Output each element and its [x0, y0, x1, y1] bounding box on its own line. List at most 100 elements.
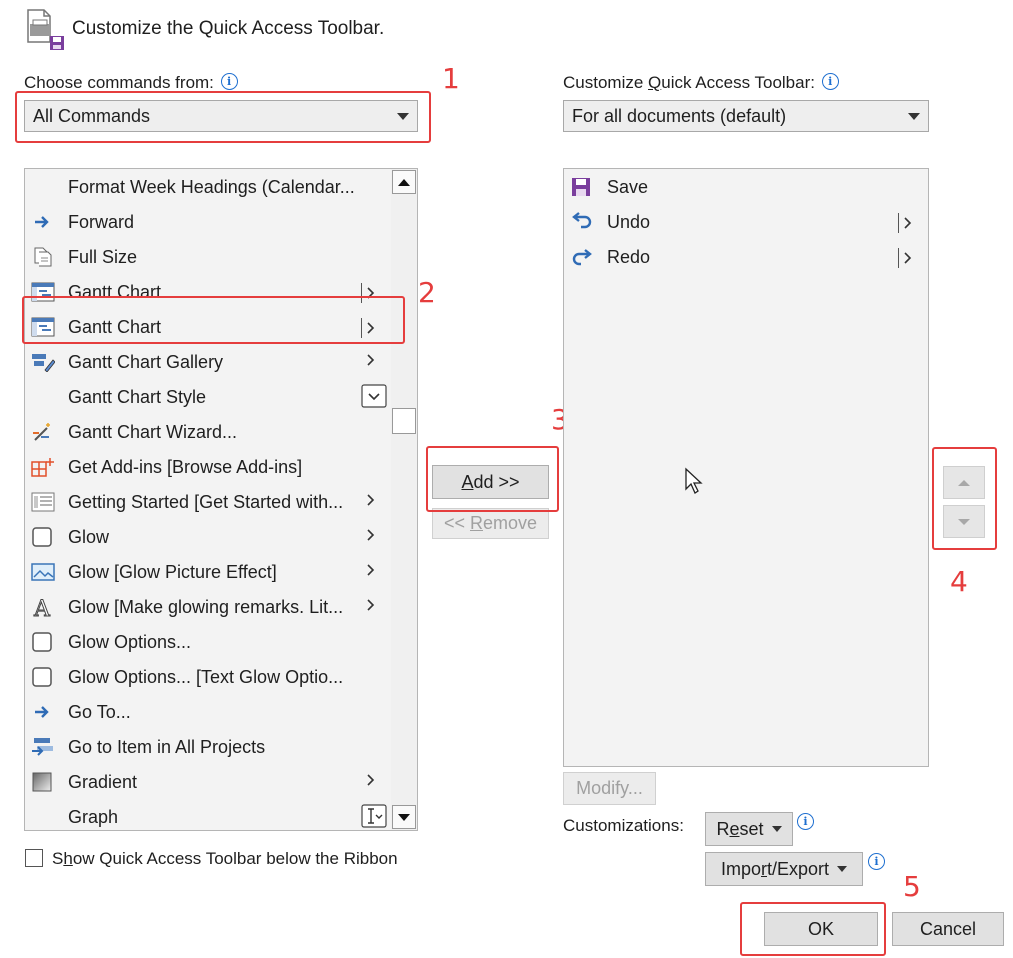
- reset-button[interactable]: Reset: [705, 812, 793, 846]
- wand-icon: [31, 422, 53, 442]
- annotation-box-4: [932, 447, 997, 550]
- customize-for-dropdown[interactable]: For all documents (default): [563, 100, 929, 132]
- chevron-down-icon: [771, 826, 782, 832]
- list-item[interactable]: Go To...: [25, 694, 391, 729]
- list-item[interactable]: Gradient: [25, 764, 391, 799]
- chevron-right-icon: [366, 563, 376, 582]
- list-item-label: Forward: [68, 212, 135, 232]
- commands-list[interactable]: Format Week Headings (Calendar... Forward…: [24, 168, 418, 831]
- list-item-label: Gantt Chart Gallery: [68, 352, 224, 372]
- list-item[interactable]: Gantt Chart Style: [25, 379, 391, 414]
- list-item-label: Format Week Headings (Calendar...: [68, 177, 355, 197]
- list-item-label: Glow [Make glowing remarks. Lit...: [68, 597, 344, 617]
- info-icon[interactable]: i: [220, 73, 238, 90]
- modify-button[interactable]: Modify...: [563, 772, 656, 805]
- arrow-right-icon: [31, 702, 53, 722]
- chevron-right-icon: [366, 598, 376, 617]
- list-item-label: Getting Started [Get Started with...: [68, 492, 344, 512]
- getting-started-icon: [31, 492, 55, 512]
- list-item-label: Glow Options... [Text Glow Optio...: [68, 667, 344, 687]
- chevron-right-icon: [366, 528, 376, 547]
- triangle-up-icon: [398, 178, 410, 186]
- list-item-label: Gantt Chart Style: [68, 387, 207, 407]
- chevron-right-icon: [366, 353, 376, 372]
- dialog-header-icon: [24, 8, 66, 52]
- list-item[interactable]: Format Week Headings (Calendar...: [25, 169, 391, 204]
- show-below-ribbon-checkbox[interactable]: [25, 849, 43, 867]
- list-item[interactable]: Glow [Glow Picture Effect]: [25, 554, 391, 589]
- info-icon[interactable]: i: [821, 73, 839, 90]
- customize-toolbar-label: Customize Quick Access Toolbar: i: [563, 73, 839, 93]
- save-icon: [570, 177, 592, 197]
- cancel-button-label: Cancel: [919, 918, 977, 939]
- annotation-box-5: [740, 902, 886, 956]
- list-item-label: Glow Options...: [68, 632, 192, 652]
- cancel-button[interactable]: Cancel: [892, 912, 1004, 946]
- list-item[interactable]: Go to Item in All Projects: [25, 729, 391, 764]
- list-item[interactable]: Forward: [25, 204, 391, 239]
- info-icon[interactable]: i: [868, 853, 885, 870]
- triangle-down-icon: [398, 813, 410, 821]
- list-item[interactable]: Glow Options... [Text Glow Optio...: [25, 659, 391, 694]
- annotation-number-5: 5: [903, 870, 921, 903]
- scroll-thumb[interactable]: [392, 408, 416, 434]
- remove-button[interactable]: << Remove: [432, 508, 549, 539]
- list-item[interactable]: Full Size: [25, 239, 391, 274]
- toolbar-list[interactable]: Save Undo Redo: [563, 168, 929, 767]
- list-item-label: Gradient: [68, 772, 138, 792]
- commands-scrollbar[interactable]: [391, 169, 417, 830]
- annotation-number-1: 1: [442, 62, 460, 95]
- list-item[interactable]: Get Add-ins [Browse Add-ins]: [25, 449, 391, 484]
- reset-button-label: Reset: [716, 818, 764, 839]
- list-item-label: Undo: [607, 212, 651, 232]
- list-item-label: Gantt Chart Wizard...: [68, 422, 238, 442]
- list-item-label: Redo: [607, 247, 651, 267]
- chevron-right-icon: [366, 493, 376, 512]
- list-item-label: Glow: [68, 527, 110, 547]
- list-item[interactable]: Glow Options...: [25, 624, 391, 659]
- list-item-label: Full Size: [68, 247, 138, 267]
- addins-icon: [31, 457, 54, 477]
- square-icon: [31, 632, 53, 652]
- list-item-label: Get Add-ins [Browse Add-ins]: [68, 457, 303, 477]
- remove-button-label: << Remove: [443, 513, 538, 533]
- list-item[interactable]: Gantt Chart Gallery: [25, 344, 391, 379]
- chevron-down-icon: [908, 112, 920, 120]
- redo-icon: [570, 247, 592, 267]
- list-item[interactable]: A Glow [Make glowing remarks. Lit...: [25, 589, 391, 624]
- list-item[interactable]: Redo: [564, 239, 928, 274]
- choose-commands-text: Choose commands from:: [24, 73, 214, 92]
- list-item[interactable]: Graph: [25, 799, 391, 830]
- list-item-label: Graph: [68, 807, 119, 827]
- customizations-label: Customizations:: [563, 816, 684, 835]
- submenu-chevron-icon: [898, 248, 913, 268]
- list-item-label: Save: [607, 177, 649, 197]
- list-item[interactable]: Getting Started [Get Started with...: [25, 484, 391, 519]
- scroll-down-button[interactable]: [392, 805, 416, 829]
- import-export-label: Import/Export: [720, 858, 830, 879]
- list-item[interactable]: Glow: [25, 519, 391, 554]
- chevron-down-icon: [837, 866, 848, 872]
- annotation-box-3: [426, 446, 559, 512]
- scroll-up-button[interactable]: [392, 170, 416, 194]
- submenu-chevron-icon: [898, 213, 913, 233]
- letter-a-icon: A: [31, 597, 53, 623]
- chevron-right-icon: [366, 773, 376, 792]
- list-item[interactable]: Gantt Chart Wizard...: [25, 414, 391, 449]
- document-icon: [31, 247, 53, 267]
- list-item[interactable]: Undo: [564, 204, 928, 239]
- square-icon: [31, 527, 53, 547]
- dropdown-box-icon: [361, 384, 387, 413]
- import-export-button[interactable]: Import/Export: [705, 852, 863, 886]
- undo-icon: [570, 212, 592, 232]
- list-item[interactable]: Save: [564, 169, 928, 204]
- square-icon: [31, 667, 53, 687]
- gradient-icon: [31, 772, 53, 792]
- picture-icon: [31, 562, 55, 582]
- customize-toolbar-text: Customize Quick Access Toolbar:: [563, 73, 815, 92]
- info-icon[interactable]: i: [797, 813, 814, 830]
- dialog-title: Customize the Quick Access Toolbar.: [72, 18, 385, 39]
- customize-for-value: For all documents (default): [572, 105, 787, 126]
- svg-text:A: A: [33, 597, 51, 619]
- show-below-ribbon-label: Show Quick Access Toolbar below the Ribb…: [52, 849, 398, 868]
